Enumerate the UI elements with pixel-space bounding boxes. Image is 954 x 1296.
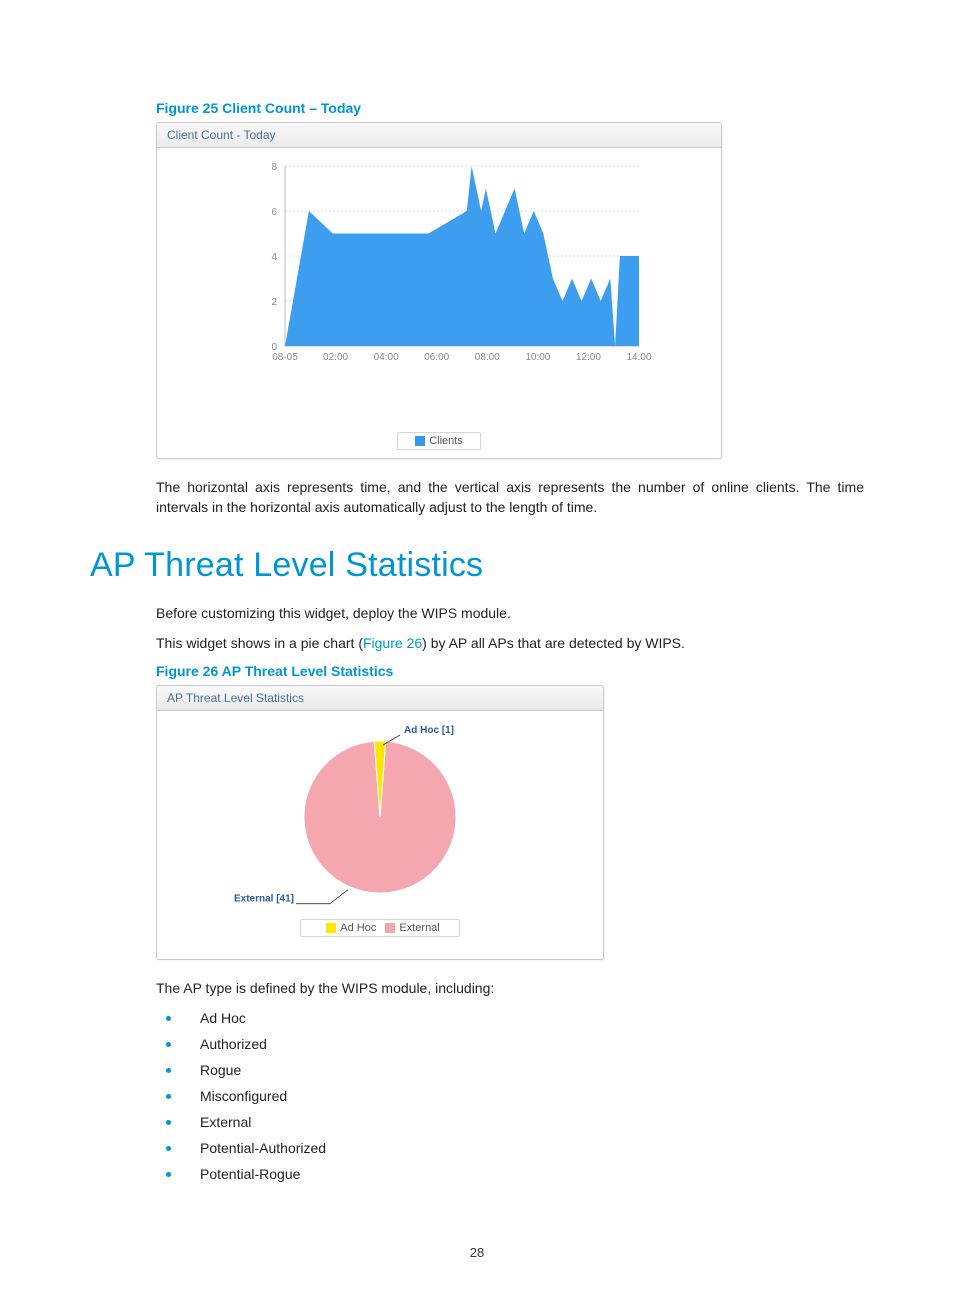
ap-type-item: Authorized — [166, 1032, 864, 1058]
ap-type-item: Misconfigured — [166, 1084, 864, 1110]
svg-text:04:00: 04:00 — [374, 352, 399, 363]
card-client-count-header: Client Count - Today — [157, 123, 721, 148]
svg-text:2: 2 — [271, 297, 277, 308]
pie-chart: Ad Hoc [1] External [41] — [167, 717, 593, 917]
page-number: 28 — [0, 1245, 954, 1260]
svg-text:Ad Hoc [1]: Ad Hoc [1] — [404, 725, 454, 736]
ap-type-item: Potential-Rogue — [166, 1162, 864, 1188]
svg-text:12:00: 12:00 — [576, 352, 601, 363]
document-page: Figure 25 Client Count – Today Client Co… — [0, 0, 954, 1296]
section-title-ap-threat: AP Threat Level Statistics — [90, 546, 864, 585]
threat-intro-2-pre: This widget shows in a pie chart ( — [156, 635, 363, 651]
ap-type-intro: The AP type is defined by the WIPS modul… — [156, 978, 864, 998]
card-ap-threat-body: Ad Hoc [1] External [41] Ad Hoc External — [157, 711, 603, 959]
legend-label-clients: Clients — [429, 435, 463, 447]
svg-text:06:00: 06:00 — [424, 352, 449, 363]
ap-type-item: Potential-Authorized — [166, 1136, 864, 1162]
link-figure26[interactable]: Figure 26 — [363, 635, 422, 651]
svg-text:10:00: 10:00 — [525, 352, 550, 363]
ap-type-item: Rogue — [166, 1058, 864, 1084]
figure26-caption: Figure 26 AP Threat Level Statistics — [156, 663, 864, 679]
svg-text:08:00: 08:00 — [475, 352, 500, 363]
legend-label-adhoc: Ad Hoc — [340, 922, 376, 934]
ap-type-item: Ad Hoc — [166, 1006, 864, 1032]
legend-swatch-external — [385, 923, 395, 933]
threat-intro-2: This widget shows in a pie chart (Figure… — [156, 633, 864, 653]
threat-intro-2-post: ) by AP all APs that are detected by WIP… — [422, 635, 685, 651]
svg-text:02:00: 02:00 — [323, 352, 348, 363]
pie-chart-legend: Ad Hoc External — [300, 919, 460, 937]
card-ap-threat: AP Threat Level Statistics Ad Hoc [1] Ext… — [156, 685, 604, 960]
area-chart: 0246808-0502:0004:0006:0008:0010:0012:00… — [169, 156, 709, 386]
threat-intro-1: Before customizing this widget, deploy t… — [156, 603, 864, 623]
legend-label-external: External — [399, 922, 439, 934]
figure25-caption: Figure 25 Client Count – Today — [156, 100, 864, 116]
card-client-count: Client Count - Today 0246808-0502:0004:0… — [156, 122, 722, 459]
svg-text:8: 8 — [271, 162, 277, 173]
area-chart-legend: Clients — [397, 432, 481, 450]
ap-type-list: Ad HocAuthorizedRogueMisconfiguredExtern… — [166, 1006, 864, 1187]
card-client-count-body: 0246808-0502:0004:0006:0008:0010:0012:00… — [157, 148, 721, 450]
legend-swatch-clients — [415, 436, 425, 446]
ap-type-item: External — [166, 1110, 864, 1136]
svg-text:6: 6 — [271, 207, 277, 218]
svg-text:4: 4 — [271, 252, 277, 263]
card-ap-threat-header: AP Threat Level Statistics — [157, 686, 603, 711]
pie-chart-container: Ad Hoc [1] External [41] Ad Hoc External — [157, 711, 603, 959]
legend-swatch-adhoc — [326, 923, 336, 933]
svg-text:08-05: 08-05 — [272, 352, 298, 363]
area-chart-container: 0246808-0502:0004:0006:0008:0010:0012:00… — [157, 148, 721, 426]
svg-text:External [41]: External [41] — [234, 894, 294, 905]
svg-text:14:00: 14:00 — [626, 352, 651, 363]
paragraph-fig25-desc: The horizontal axis represents time, and… — [156, 477, 864, 518]
